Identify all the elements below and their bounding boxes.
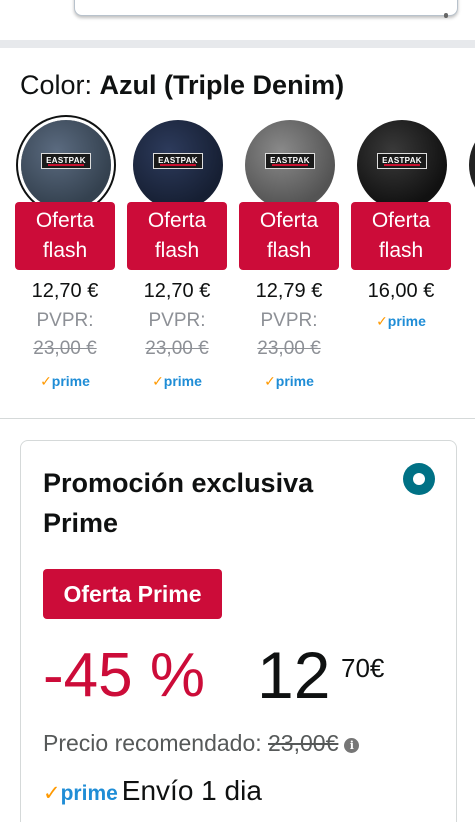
- color-swatch[interactable]: EASTPAK Oferta flash 12,70 € PVPR: 23,00…: [15, 118, 129, 408]
- prime-logo: ✓prime: [264, 373, 314, 389]
- color-swatch[interactable]: EASTPAK Oferta flash 16,00 € ✓prime: [351, 118, 465, 408]
- color-swatch-list: EASTPAK Oferta flash 12,70 € PVPR: 23,00…: [0, 118, 475, 408]
- prime-deal-badge: Oferta Prime: [43, 569, 222, 619]
- section-divider: [0, 40, 475, 48]
- prime-logo: ✓prime: [43, 782, 118, 805]
- color-selected-value: Azul (Triple Denim): [99, 70, 345, 100]
- swatch-image[interactable]: EASTPAK: [133, 120, 223, 210]
- swatch-price: 12,70 €: [143, 280, 211, 302]
- check-icon: ✓: [40, 373, 52, 389]
- shipping-text: Envío 1 dia: [121, 775, 262, 806]
- rrp-label: PVPR:: [36, 310, 94, 331]
- prime-logo: ✓prime: [152, 373, 202, 389]
- info-icon[interactable]: i: [344, 738, 360, 753]
- flash-deal-badge: Oferta flash: [15, 202, 115, 270]
- prime-promo-card[interactable]: Promoción exclusiva Prime Oferta Prime -…: [20, 440, 457, 822]
- shipping-line: ✓prime Envío 1 dia: [43, 775, 262, 807]
- rrp-label: Precio recomendado:: [43, 730, 262, 756]
- swatch-image[interactable]: EASTPAK: [245, 120, 335, 210]
- swatch-image[interactable]: EASTPAK: [357, 120, 447, 210]
- price-fraction: 70€: [341, 653, 385, 683]
- rrp-label: PVPR:: [260, 310, 318, 331]
- check-icon: ✓: [376, 313, 388, 329]
- rrp-label: PVPR:: [148, 310, 206, 331]
- eastpak-logo: EASTPAK: [41, 153, 91, 170]
- flash-deal-badge: Oferta flash: [127, 202, 227, 270]
- color-swatch[interactable]: EASTPAK Oferta flash 12,70 € PVPR: 23,00…: [127, 118, 241, 408]
- check-icon: ✓: [264, 373, 276, 389]
- promo-title: Promoción exclusiva Prime: [43, 468, 314, 538]
- top-bar: [0, 0, 475, 40]
- search-indicator-icon: [444, 13, 448, 18]
- eastpak-logo: EASTPAK: [153, 153, 203, 170]
- color-label-prefix: Color:: [20, 70, 93, 100]
- swatch-image[interactable]: EASTPAK: [21, 120, 111, 210]
- radio-selected-icon[interactable]: [403, 463, 435, 495]
- check-icon: ✓: [43, 782, 61, 805]
- rrp-price: 23,00 €: [257, 338, 321, 359]
- check-icon: ✓: [152, 373, 164, 389]
- divider: [0, 418, 475, 419]
- rrp-price: 23,00 €: [145, 338, 209, 359]
- swatch-price: 16,00 €: [367, 280, 435, 302]
- discount-percent: -45 %: [43, 641, 205, 710]
- search-input[interactable]: [74, 0, 458, 16]
- eastpak-logo: EASTPAK: [377, 153, 427, 170]
- color-swatch-partial[interactable]: [463, 118, 475, 408]
- flash-deal-badge: Oferta flash: [239, 202, 339, 270]
- swatch-price: 12,70 €: [31, 280, 99, 302]
- flash-deal-badge: Oferta flash: [351, 202, 451, 270]
- rrp-value: 23,00€: [268, 730, 339, 756]
- color-swatch[interactable]: EASTPAK Oferta flash 12,79 € PVPR: 23,00…: [239, 118, 353, 408]
- swatch-image[interactable]: [469, 120, 475, 210]
- price-whole: 12: [257, 638, 331, 712]
- color-label: Color: Azul (Triple Denim): [20, 68, 344, 102]
- swatch-price: 12,79 €: [255, 280, 323, 302]
- prime-logo: ✓prime: [376, 313, 426, 329]
- prime-logo: ✓prime: [40, 373, 90, 389]
- eastpak-logo: EASTPAK: [265, 153, 315, 170]
- recommended-price-line: Precio recomendado: 23,00€ i: [43, 727, 360, 759]
- rrp-price: 23,00 €: [33, 338, 97, 359]
